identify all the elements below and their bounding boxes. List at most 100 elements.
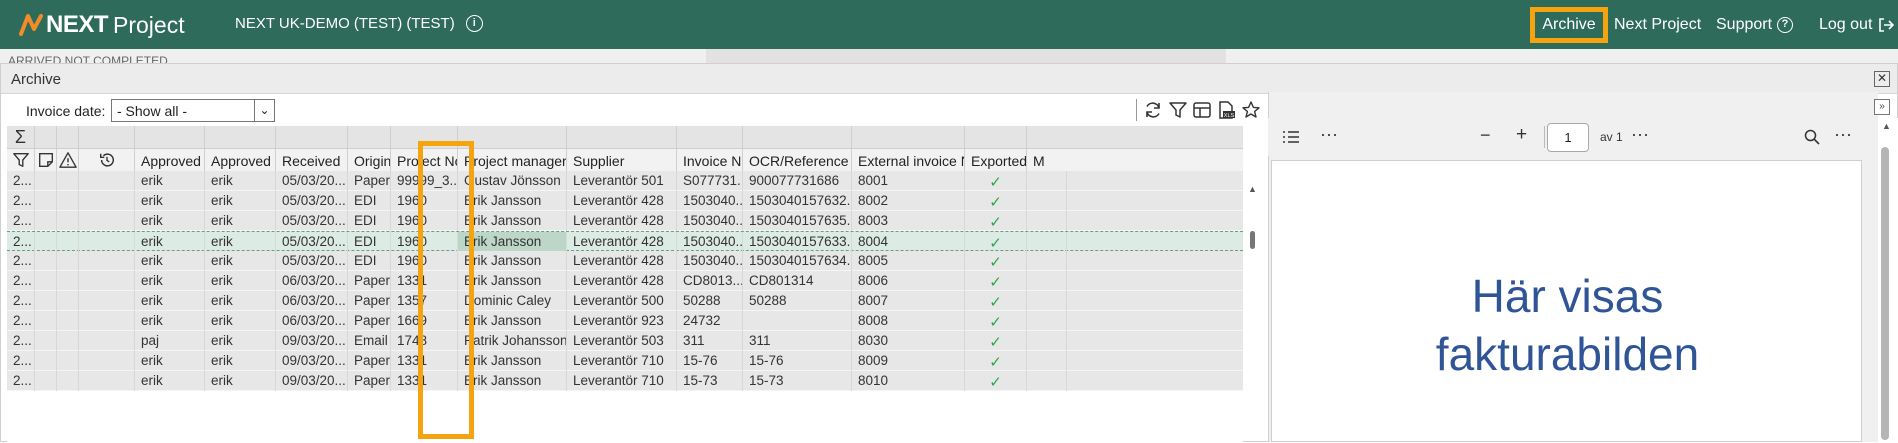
table-row[interactable]: 2... erik erik 05/03/20... EDI 1960 Erik Janss… (7, 251, 1243, 271)
viewer-scrollbar[interactable]: ▲ (1878, 118, 1898, 442)
cell-ocr-reference: 50288 (743, 291, 852, 311)
table-row[interactable]: 2... erik erik 09/03/20... Paper 1331 Erik Jan… (7, 371, 1243, 391)
col-project-manager[interactable]: Project manager (458, 149, 567, 173)
summary-cell (458, 126, 567, 149)
cell-approved2: erik (205, 251, 276, 271)
cell-id: 2... (7, 232, 35, 252)
table-row[interactable]: 2... erik erik 05/03/20... EDI 1960 Erik Janss… (7, 191, 1243, 211)
cell-approved2: erik (205, 232, 276, 252)
exported-check-icon: ✓ (965, 251, 1027, 271)
col-external-invoice-no[interactable]: External invoice No (852, 149, 965, 173)
table-row[interactable]: 2... erik erik 05/03/20... Paper 99999_3... Gu… (7, 171, 1243, 191)
zoom-in-button[interactable]: + (1516, 124, 1527, 146)
more-options-icon[interactable]: ··· (1631, 124, 1649, 145)
cell-warning (57, 232, 79, 252)
cell-warning (57, 291, 79, 311)
grid-scrollbar[interactable]: ▲ (1245, 110, 1259, 380)
col-received[interactable]: Received ▲ (276, 149, 348, 173)
scroll-up-icon[interactable]: ▲ (1882, 121, 1891, 131)
scroll-up-icon[interactable]: ▲ (1248, 184, 1257, 194)
cell-approved2: erik (205, 191, 276, 211)
cell-ocr-reference: 311 (743, 331, 852, 351)
cell-project-manager: Erik Jansson (458, 232, 567, 252)
cell-supplier: Leverantör 503 (567, 331, 677, 351)
col-more[interactable]: M (1027, 149, 1067, 173)
cell-approved2: erik (205, 171, 276, 191)
col-approved2[interactable]: Approved 2 (205, 149, 276, 173)
close-icon[interactable]: ✕ (1874, 71, 1890, 87)
collapse-panel-icon[interactable]: » (1874, 99, 1890, 115)
col-supplier[interactable]: Supplier (567, 149, 677, 173)
page-number-input[interactable]: 1 (1547, 123, 1589, 152)
cell-more (1027, 251, 1067, 271)
table-row[interactable]: 2... erik erik 09/03/20... Paper 1331 Erik Jan… (7, 351, 1243, 371)
origin-column-highlight-box (418, 141, 474, 439)
cell-ocr-reference (743, 311, 852, 331)
nav-support[interactable]: Support ? (1716, 0, 1794, 49)
warning-icon[interactable] (57, 149, 79, 173)
cell-warning (57, 351, 79, 371)
cell-invoice-no: CD8013... (677, 271, 743, 291)
nav-next-project[interactable]: Next Project (1614, 0, 1701, 49)
cell-id: 2... (7, 311, 35, 331)
summary-cell (135, 126, 205, 149)
columns-icon[interactable] (1192, 100, 1212, 120)
sum-icon[interactable]: Σ (7, 126, 35, 149)
cell-history (79, 171, 135, 191)
table-row[interactable]: 2... erik erik 06/03/20... Paper 1669 Erik Jan… (7, 311, 1243, 331)
col-ocr-reference[interactable]: OCR/Reference (743, 149, 852, 173)
zoom-out-button[interactable]: − (1480, 125, 1491, 146)
history-icon[interactable] (79, 149, 135, 173)
cell-supplier: Leverantör 923 (567, 311, 677, 331)
cell-project-manager: Erik Jansson (458, 311, 567, 331)
export-excel-icon[interactable]: XLS (1216, 100, 1236, 120)
cell-project-manager: Erik Jansson (458, 191, 567, 211)
outline-list-icon[interactable] (1282, 130, 1300, 144)
cell-id: 2... (7, 331, 35, 351)
search-icon[interactable] (1804, 129, 1820, 145)
nav-archive[interactable]: Archive (1530, 0, 1608, 49)
cell-external-invoice-no: 8030 (852, 331, 965, 351)
logo-project-text: Project (113, 11, 185, 38)
archive-grid: Σ Approved Approved 2 Received Origin Pr… (7, 126, 1243, 443)
table-row[interactable]: 2... erik erik 05/03/20... EDI 1960 Erik Janss… (7, 211, 1243, 231)
cell-external-invoice-no: 8008 (852, 311, 965, 331)
filter-icon[interactable] (1168, 100, 1188, 120)
refresh-icon[interactable] (1143, 100, 1163, 120)
info-icon[interactable]: i (465, 15, 483, 32)
cell-received: 09/03/20... (276, 351, 348, 371)
table-row[interactable]: 2... erik erik 06/03/20... Paper 1357 Dominic … (7, 291, 1243, 311)
window-title: Archive (11, 71, 62, 88)
cell-history (79, 251, 135, 271)
grid-scroll-thumb[interactable] (1250, 231, 1255, 249)
col-approved1[interactable]: Approved 1 (135, 149, 205, 173)
invoice-date-select[interactable]: - Show all - ⌄ (111, 99, 275, 122)
summary-row: Σ (7, 126, 1243, 149)
archive-highlight-box (1530, 7, 1608, 43)
next-project-logo[interactable]: NEXT Project (18, 10, 185, 40)
cell-more (1027, 232, 1067, 252)
more-options-icon[interactable]: ··· (1320, 124, 1338, 145)
help-icon: ? (1777, 16, 1794, 33)
cell-warning (57, 311, 79, 331)
cell-origin: Paper (348, 351, 391, 371)
viewer-scroll-thumb[interactable] (1881, 147, 1889, 440)
cell-more (1027, 351, 1067, 371)
filter-bar: Invoice date: - Show all - ⌄ XLS (1, 95, 1269, 125)
table-row[interactable]: 2... erik erik 05/03/20... EDI 1960 Erik Janss… (7, 231, 1243, 252)
cell-more (1027, 211, 1067, 231)
more-options-icon[interactable]: ··· (1834, 124, 1852, 145)
table-row[interactable]: 2... paj erik 09/03/20... Email 1748 Patrik Jo… (7, 331, 1243, 351)
background-panel (706, 49, 1226, 63)
table-row[interactable]: 2... erik erik 06/03/20... Paper 1331 Erik Jan… (7, 271, 1243, 291)
note-icon[interactable] (35, 149, 57, 173)
cell-received: 09/03/20... (276, 371, 348, 391)
col-origin[interactable]: Origin (348, 149, 391, 173)
col-invoice-no[interactable]: Invoice No (677, 149, 743, 173)
nav-logout[interactable]: Log out (1819, 0, 1895, 49)
cell-supplier: Leverantör 428 (567, 271, 677, 291)
col-exported[interactable]: Exported (965, 149, 1027, 173)
cell-id: 2... (7, 291, 35, 311)
column-filter-icon[interactable] (7, 149, 35, 173)
cell-received: 05/03/20... (276, 171, 348, 191)
